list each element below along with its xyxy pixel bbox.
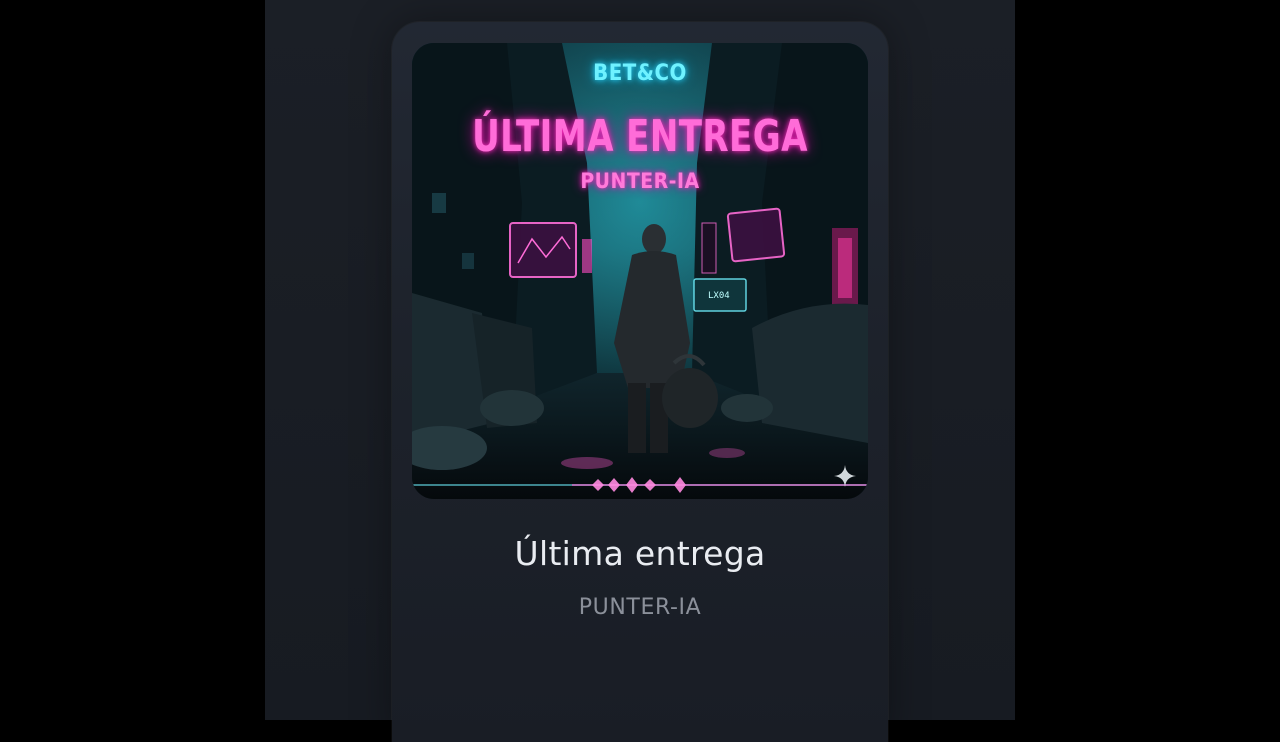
sign-small-text: LX04 xyxy=(708,291,730,301)
sparkle-icon xyxy=(834,465,856,487)
track-title: Última entrega xyxy=(514,534,766,573)
cover-artist: PUNTER-IA xyxy=(580,169,700,193)
cover-title: ÚLTIMA ENTREGA xyxy=(472,111,808,162)
cover-brand: BET&CO xyxy=(593,61,687,86)
album-cover: LX04 BET&CO ÚLTIMA ENTREGA PUNTER-IA xyxy=(412,43,868,499)
track-artist: PUNTER-IA xyxy=(578,595,702,620)
